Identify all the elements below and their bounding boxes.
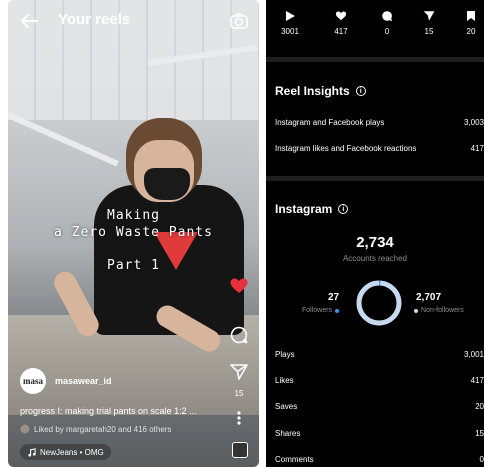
row-label: Saves bbox=[275, 402, 298, 411]
more-icon[interactable] bbox=[229, 410, 249, 426]
row-value: 15 bbox=[475, 429, 484, 438]
accounts-reached-label: Accounts reached bbox=[342, 254, 408, 263]
stat-value: 3001 bbox=[281, 27, 299, 36]
liked-avatar-icon bbox=[20, 424, 30, 434]
row-value: 3,001 bbox=[463, 350, 484, 359]
stat-value: 20 bbox=[466, 27, 476, 36]
video-text-line: a Zero Waste Pants bbox=[54, 225, 213, 240]
page-title: Your reels bbox=[58, 11, 131, 28]
insight-row: Instagram and Facebook plays 3,003 bbox=[275, 118, 484, 127]
stat-value: 417 bbox=[334, 27, 348, 36]
instagram-row: Likes 417 bbox=[275, 376, 484, 385]
liked-by-text: Liked by margaretah20 and 416 others bbox=[34, 424, 172, 434]
comment-icon[interactable] bbox=[229, 325, 249, 345]
share-icon bbox=[423, 11, 435, 21]
audio-thumbnail[interactable] bbox=[232, 442, 248, 458]
accounts-reached-value: 2,734 bbox=[356, 234, 394, 251]
play-icon bbox=[286, 11, 295, 21]
video-text-line: Part 1 bbox=[107, 258, 160, 273]
instagram-heading: Instagram i bbox=[275, 202, 349, 216]
followers-label: Followers bbox=[302, 307, 332, 314]
row-value: 20 bbox=[475, 402, 484, 411]
followers-dot bbox=[334, 308, 339, 313]
back-arrow-icon[interactable] bbox=[19, 11, 39, 31]
non-followers-value: 2,707 bbox=[416, 292, 442, 303]
stat-likes: 417 bbox=[324, 10, 358, 36]
instagram-row: Comments 0 bbox=[275, 455, 484, 464]
row-label: Comments bbox=[275, 455, 314, 464]
music-pill[interactable]: NewJeans • OMG bbox=[20, 444, 111, 460]
followers-value: 27 bbox=[328, 292, 340, 303]
avatar[interactable]: masa bbox=[20, 368, 46, 394]
row-value: 417 bbox=[470, 144, 484, 153]
non-followers-label: Non-followers bbox=[421, 307, 464, 314]
info-icon[interactable]: i bbox=[355, 86, 366, 96]
followers-donut bbox=[356, 280, 402, 326]
face-mask bbox=[144, 168, 190, 200]
reel-author[interactable]: masa masawear_id bbox=[20, 368, 112, 394]
ceiling-background bbox=[8, 0, 259, 120]
stat-value: 0 bbox=[384, 27, 390, 36]
heart-icon bbox=[335, 11, 347, 21]
share-icon[interactable] bbox=[229, 362, 249, 382]
row-value: 3,003 bbox=[463, 118, 484, 127]
followers-legend: Followers bbox=[302, 307, 342, 314]
non-followers-dot bbox=[414, 308, 418, 313]
non-followers-legend: Non-followers bbox=[414, 307, 464, 314]
insight-row: Instagram likes and Facebook reactions 4… bbox=[275, 144, 484, 153]
divider bbox=[266, 176, 484, 181]
reel-insights-heading: Reel Insights i bbox=[275, 84, 366, 98]
ceiling-beam bbox=[8, 112, 119, 167]
row-label: Likes bbox=[275, 376, 294, 385]
divider bbox=[266, 57, 484, 62]
stat-value: 15 bbox=[424, 27, 434, 36]
row-label: Instagram and Facebook plays bbox=[275, 118, 385, 127]
instagram-row: Saves 20 bbox=[275, 402, 484, 411]
stat-comments: 0 bbox=[370, 10, 404, 36]
stats-row: 3001 417 0 15 20 bbox=[266, 10, 484, 44]
reel-caption[interactable]: progress I: making trial pants on scale … bbox=[20, 406, 197, 416]
music-label: NewJeans • OMG bbox=[40, 447, 104, 457]
info-icon[interactable]: i bbox=[338, 204, 349, 214]
username[interactable]: masawear_id bbox=[55, 376, 112, 386]
row-label: Shares bbox=[275, 429, 301, 438]
instagram-row: Plays 3,001 bbox=[275, 350, 484, 359]
video-text-line: Making bbox=[107, 208, 160, 223]
row-value: 0 bbox=[479, 455, 484, 464]
non-followers-arc bbox=[356, 280, 402, 326]
comment-icon bbox=[382, 11, 393, 22]
row-label: Plays bbox=[275, 350, 295, 359]
stat-shares: 15 bbox=[412, 10, 446, 36]
section-title: Reel Insights bbox=[275, 84, 350, 98]
stat-saves: 20 bbox=[454, 10, 484, 36]
row-label: Instagram likes and Facebook reactions bbox=[275, 144, 417, 153]
row-value: 417 bbox=[470, 376, 484, 385]
camera-icon[interactable] bbox=[229, 11, 249, 31]
section-title: Instagram bbox=[275, 202, 333, 216]
music-note-icon bbox=[28, 447, 36, 457]
instagram-row: Shares 15 bbox=[275, 429, 484, 438]
liked-by[interactable]: Liked by margaretah20 and 416 others bbox=[20, 424, 171, 434]
stat-plays: 3001 bbox=[273, 10, 307, 36]
bookmark-icon bbox=[467, 11, 475, 21]
insights-panel: 3001 417 0 15 20 Reel Insights i Instagr… bbox=[266, 0, 484, 467]
share-count: 15 bbox=[234, 389, 244, 398]
reel-preview[interactable]: Your reels Making a Zero Waste Pants Par… bbox=[8, 0, 259, 467]
heart-icon[interactable] bbox=[229, 276, 249, 296]
